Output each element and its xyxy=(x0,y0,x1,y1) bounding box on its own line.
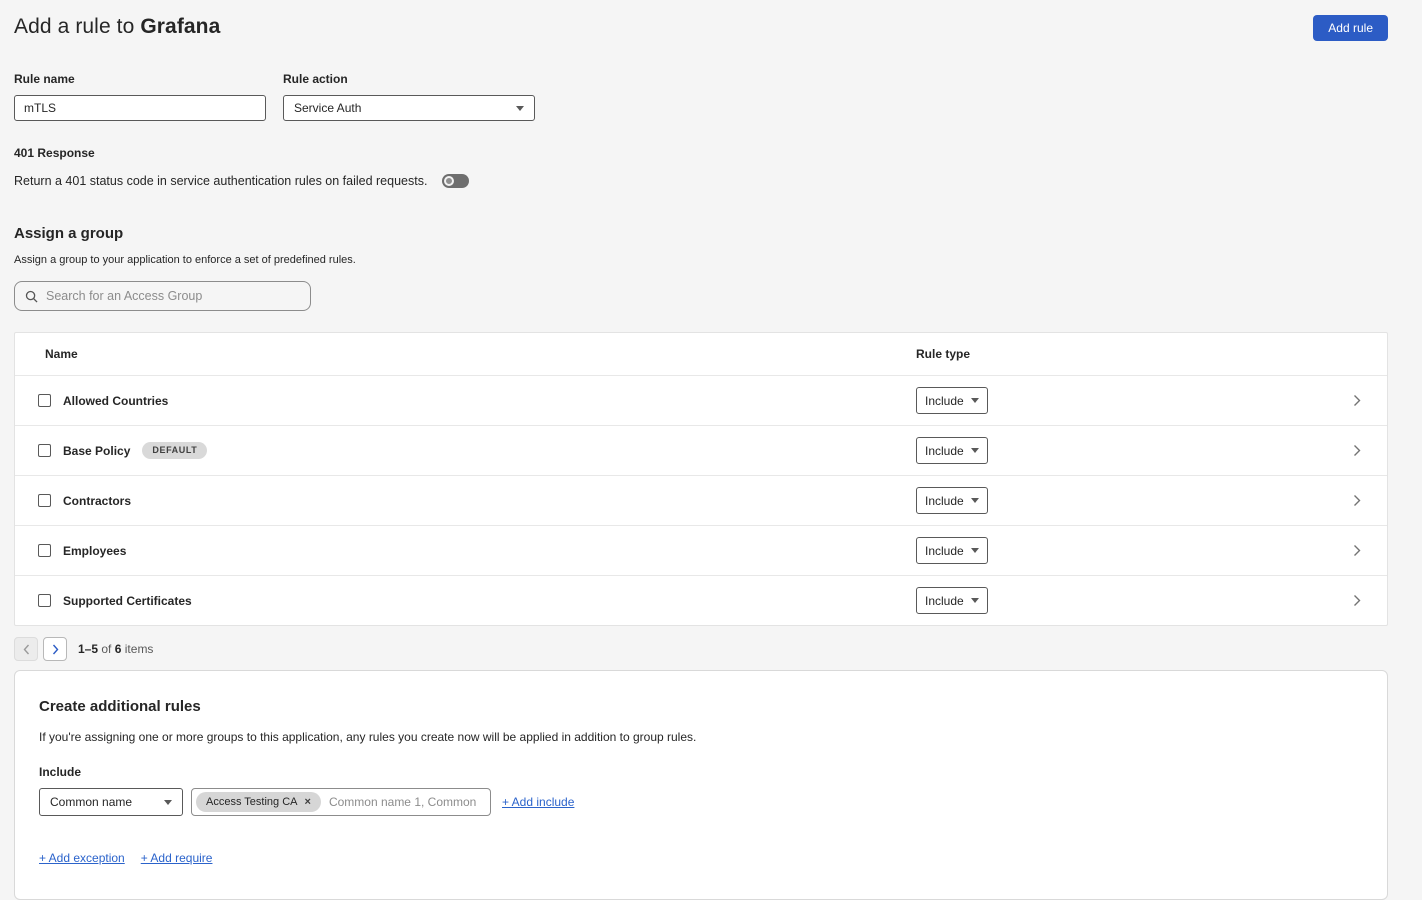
response-401-row: Return a 401 status code in service auth… xyxy=(14,174,1422,188)
page-title: Add a rule to Grafana xyxy=(14,15,220,39)
assign-group-heading: Assign a group xyxy=(14,225,1422,242)
include-rule-row: Common name Access Testing CA × + Add in… xyxy=(39,788,1363,816)
pagination-of: of xyxy=(101,642,111,656)
row-left: Base Policy DEFAULT xyxy=(15,442,916,459)
pagination-range: 1–5 xyxy=(78,642,98,656)
rule-action-field: Rule action Service Auth xyxy=(283,72,535,121)
chevron-down-icon xyxy=(971,548,979,553)
chevron-right-icon[interactable] xyxy=(1353,394,1361,407)
page-header: Add a rule to Grafana Add rule xyxy=(0,0,1422,41)
add-rule-page: Add a rule to Grafana Add rule Rule name… xyxy=(0,0,1422,899)
add-exception-link[interactable]: + Add exception xyxy=(39,851,125,865)
rule-type-value: Include xyxy=(925,594,964,608)
remove-tag-icon[interactable]: × xyxy=(305,796,311,808)
additional-rules-description: If you're assigning one or more groups t… xyxy=(39,730,1363,744)
row-left: Supported Certificates xyxy=(15,594,916,608)
rule-action-label: Rule action xyxy=(283,72,535,86)
row-checkbox[interactable] xyxy=(38,494,51,507)
rule-type-select[interactable]: Include xyxy=(916,437,988,464)
row-left: Allowed Countries xyxy=(15,394,916,408)
row-checkbox[interactable] xyxy=(38,544,51,557)
chevron-right-icon[interactable] xyxy=(1353,594,1361,607)
rule-action-selected-value: Service Auth xyxy=(294,101,361,115)
groups-table: Name Rule type Allowed Countries Include… xyxy=(14,332,1388,626)
rule-type-value: Include xyxy=(925,394,964,408)
rule-type-value: Include xyxy=(925,444,964,458)
pagination-total: 6 xyxy=(115,642,122,656)
response-401-description: Return a 401 status code in service auth… xyxy=(14,174,427,188)
table-row-employees[interactable]: Employees Include xyxy=(15,525,1387,575)
chevron-down-icon xyxy=(164,800,172,805)
chevron-right-icon[interactable] xyxy=(1353,544,1361,557)
search-icon xyxy=(25,290,38,303)
rule-type-select[interactable]: Include xyxy=(916,587,988,614)
chevron-down-icon xyxy=(971,448,979,453)
table-row-allowed-countries[interactable]: Allowed Countries Include xyxy=(15,375,1387,425)
rule-type-value: Include xyxy=(925,544,964,558)
rule-type-select[interactable]: Include xyxy=(916,387,988,414)
group-name: Allowed Countries xyxy=(63,394,168,408)
response-401-toggle[interactable] xyxy=(442,174,469,188)
response-401-section: 401 Response Return a 401 status code in… xyxy=(14,146,1422,188)
chevron-down-icon xyxy=(971,498,979,503)
column-header-name: Name xyxy=(15,347,916,361)
default-badge: DEFAULT xyxy=(142,442,207,459)
add-require-link[interactable]: + Add require xyxy=(141,851,213,865)
group-name: Supported Certificates xyxy=(63,594,192,608)
add-include-link[interactable]: + Add include xyxy=(502,795,574,809)
assign-group-description: Assign a group to your application to en… xyxy=(14,254,1422,266)
chevron-right-icon xyxy=(52,644,59,655)
add-rule-button[interactable]: Add rule xyxy=(1313,15,1388,41)
column-header-rule-type: Rule type xyxy=(916,347,970,361)
value-tag: Access Testing CA × xyxy=(196,792,321,812)
selector-type-value: Common name xyxy=(50,795,132,809)
rule-type-select[interactable]: Include xyxy=(916,487,988,514)
common-name-multi-input[interactable]: Access Testing CA × xyxy=(191,788,491,816)
chevron-right-icon[interactable] xyxy=(1353,494,1361,507)
rule-type-select[interactable]: Include xyxy=(916,537,988,564)
chevron-down-icon xyxy=(971,398,979,403)
group-name: Employees xyxy=(63,544,126,558)
page-title-prefix: Add a rule to xyxy=(14,15,134,38)
chevron-left-icon xyxy=(23,644,30,655)
table-header: Name Rule type xyxy=(15,333,1387,375)
assign-group-section: Assign a group Assign a group to your ap… xyxy=(14,225,1422,311)
pagination-summary: 1–5 of 6 items xyxy=(78,642,153,656)
row-checkbox[interactable] xyxy=(38,444,51,457)
chevron-down-icon xyxy=(516,106,524,111)
page-title-app-name: Grafana xyxy=(140,15,220,38)
additional-rules-heading: Create additional rules xyxy=(39,698,1363,715)
common-name-input[interactable] xyxy=(321,795,486,809)
row-checkbox[interactable] xyxy=(38,394,51,407)
chevron-right-icon[interactable] xyxy=(1353,444,1361,457)
row-checkbox[interactable] xyxy=(38,594,51,607)
table-row-supported-certificates[interactable]: Supported Certificates Include xyxy=(15,575,1387,625)
toggle-knob xyxy=(444,176,454,186)
previous-page-button[interactable] xyxy=(14,637,38,661)
row-left: Contractors xyxy=(15,494,916,508)
pagination-items: items xyxy=(125,642,154,656)
value-tag-label: Access Testing CA xyxy=(206,796,298,808)
group-name: Contractors xyxy=(63,494,131,508)
rule-type-value: Include xyxy=(925,494,964,508)
access-group-search-input[interactable] xyxy=(46,289,300,303)
row-left: Employees xyxy=(15,544,916,558)
include-label: Include xyxy=(39,765,1363,779)
table-row-contractors[interactable]: Contractors Include xyxy=(15,475,1387,525)
rule-name-label: Rule name xyxy=(14,72,266,86)
rule-form-row: Rule name Rule action Service Auth xyxy=(14,72,1422,121)
rule-links-row: + Add exception + Add require xyxy=(39,851,1363,865)
table-row-base-policy[interactable]: Base Policy DEFAULT Include xyxy=(15,425,1387,475)
response-401-label: 401 Response xyxy=(14,146,1422,160)
group-name: Base Policy xyxy=(63,444,130,458)
rule-name-input[interactable] xyxy=(14,95,266,121)
table-pagination: 1–5 of 6 items xyxy=(14,637,1422,661)
chevron-down-icon xyxy=(971,598,979,603)
rule-action-select[interactable]: Service Auth xyxy=(283,95,535,121)
rule-name-field: Rule name xyxy=(14,72,266,121)
create-additional-rules-card: Create additional rules If you're assign… xyxy=(14,670,1388,900)
access-group-search[interactable] xyxy=(14,281,311,311)
next-page-button[interactable] xyxy=(43,637,67,661)
selector-type-select[interactable]: Common name xyxy=(39,788,183,816)
